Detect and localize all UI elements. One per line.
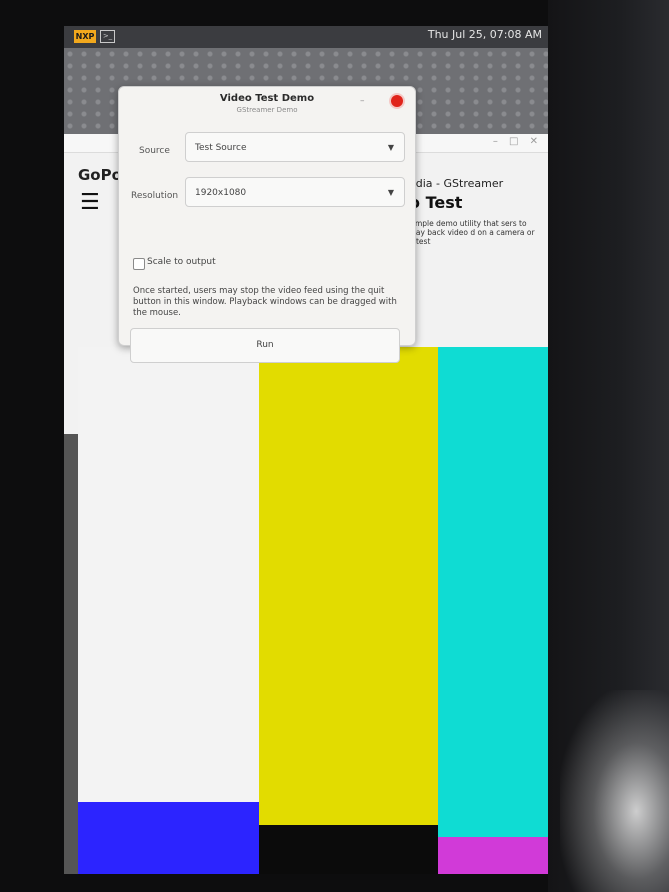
video-test-pattern[interactable] <box>78 347 548 874</box>
hamburger-menu-icon[interactable]: ☰ <box>80 192 100 214</box>
scale-to-output-label[interactable]: Scale to output <box>147 257 216 267</box>
pattern-bar-blue <box>78 802 259 874</box>
close-icon[interactable] <box>391 95 403 107</box>
resolution-select[interactable]: 1920x1080 ▼ <box>185 177 405 207</box>
dialog-subtitle: GStreamer Demo <box>236 106 298 114</box>
pattern-bar-yellow <box>259 347 438 825</box>
demo-category-heading: edia - GStreamer <box>409 177 504 190</box>
window-controls[interactable]: – □ ✕ <box>493 136 542 147</box>
resolution-label: Resolution <box>131 191 179 201</box>
system-top-bar: NXP >_ Thu Jul 25, 07:08 AM <box>64 26 548 48</box>
system-clock[interactable]: Thu Jul 25, 07:08 AM <box>428 28 542 41</box>
source-label: Source <box>139 146 170 156</box>
device-screen: NXP >_ Thu Jul 25, 07:08 AM – □ ✕ GoPo ☰… <box>64 26 548 874</box>
dialog-title: Video Test Demo <box>219 93 315 104</box>
chevron-down-icon: ▼ <box>387 188 394 197</box>
screen-glare <box>560 690 669 892</box>
source-select-value: Test Source <box>195 143 247 153</box>
dialog-instructions: Once started, users may stop the video f… <box>133 286 397 318</box>
scale-to-output-checkbox[interactable] <box>133 258 145 270</box>
video-test-demo-dialog: Video Test Demo GStreamer Demo – Source … <box>118 86 416 363</box>
window-edge-strip <box>64 434 78 874</box>
demo-description: simple demo utility that sers to play ba… <box>409 219 535 246</box>
gopoint-app-title: GoPo <box>78 166 122 184</box>
source-select[interactable]: Test Source ▼ <box>185 132 405 162</box>
terminal-icon[interactable]: >_ <box>100 30 115 43</box>
pattern-bar-white <box>78 347 259 807</box>
run-button[interactable]: Run <box>130 328 400 363</box>
nxp-logo[interactable]: NXP <box>74 30 96 43</box>
chevron-down-icon: ▼ <box>387 143 394 152</box>
pattern-bar-magenta <box>438 837 548 874</box>
demo-name-heading: o Test <box>409 193 463 212</box>
pattern-bar-cyan <box>438 347 548 837</box>
resolution-select-value: 1920x1080 <box>195 188 247 198</box>
minimize-icon[interactable]: – <box>360 96 365 106</box>
pattern-bar-black <box>259 825 438 874</box>
